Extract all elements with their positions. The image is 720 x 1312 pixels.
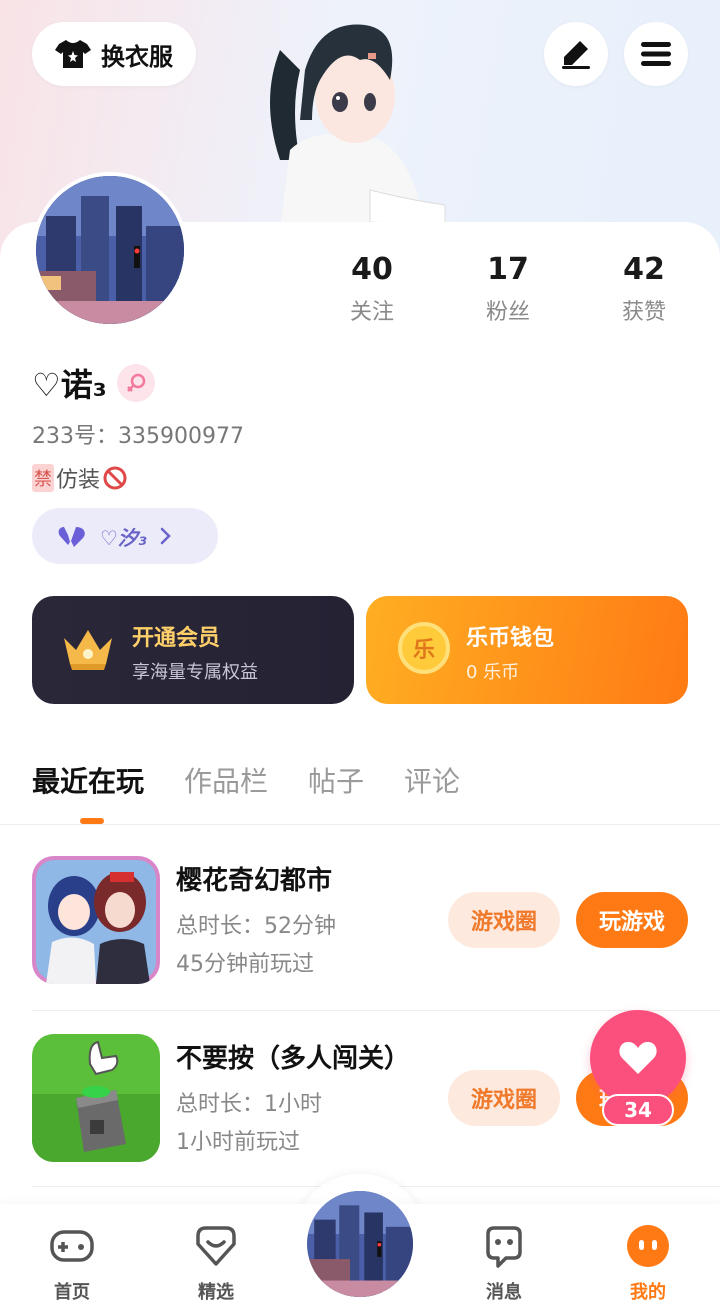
- coin-icon: 乐: [398, 622, 450, 674]
- like-count-badge: 34: [602, 1094, 674, 1126]
- vip-subtitle: 享海量专属权益: [132, 662, 258, 683]
- heart-chat-icon: [196, 1226, 236, 1266]
- tab-recently-played[interactable]: 最近在玩: [32, 760, 144, 800]
- signature: 禁 仿装: [32, 462, 128, 494]
- likes-label: 获赞: [621, 300, 666, 325]
- 3d-avatar-figure[interactable]: [250, 10, 460, 230]
- game-duration: 总时长：1小时: [176, 1092, 322, 1117]
- game-thumbnail[interactable]: [32, 856, 160, 984]
- game-title[interactable]: 樱花奇幻都市: [176, 860, 332, 897]
- game-list-item[interactable]: 樱花奇幻都市 总时长：52分钟 45分钟前玩过 游戏圈 玩游戏: [0, 856, 720, 1032]
- tab-posts[interactable]: 帖子: [308, 760, 364, 800]
- chevron-right-icon: [160, 527, 171, 545]
- wallet-balance: 0 乐币: [466, 662, 520, 683]
- vip-membership-card[interactable]: 开通会员 享海量专属权益: [32, 596, 354, 704]
- nav-home[interactable]: 首页: [22, 1222, 122, 1304]
- row-divider: [32, 1010, 720, 1011]
- menu-icon: [641, 42, 671, 66]
- play-game-button[interactable]: 玩游戏: [576, 892, 688, 948]
- nav-messages-label: 消息: [486, 1282, 522, 1303]
- tabs-divider: [0, 824, 720, 825]
- city-night-avatar-image: [307, 1191, 413, 1297]
- crown-icon: [64, 630, 112, 670]
- nickname-row: ♡诺₃: [32, 360, 155, 406]
- followers-stat[interactable]: 17 粉丝: [448, 252, 568, 326]
- female-gender-icon: [116, 364, 155, 402]
- nav-profile[interactable]: 我的: [598, 1222, 698, 1304]
- linked-hearts-icon: [58, 527, 85, 547]
- cp-relationship-pill[interactable]: ♡汐₃: [32, 508, 218, 564]
- wallet-title: 乐币钱包: [466, 626, 555, 651]
- game-last-played: 45分钟前玩过: [176, 952, 314, 977]
- tshirt-icon: [55, 40, 91, 68]
- cp-name: ♡汐₃: [100, 525, 147, 550]
- prohibited-icon: [103, 466, 127, 490]
- floating-like-button[interactable]: [590, 1010, 686, 1106]
- edit-profile-button[interactable]: [544, 22, 608, 86]
- vip-title: 开通会员: [132, 626, 221, 651]
- heart-icon: [619, 1041, 657, 1074]
- nav-profile-label: 我的: [630, 1282, 666, 1303]
- change-outfit-label: 换衣服: [101, 42, 173, 71]
- followers-count: 17: [487, 252, 529, 287]
- message-icon: [486, 1226, 522, 1268]
- profile-dots-icon: [627, 1225, 669, 1267]
- nav-messages[interactable]: 消息: [454, 1222, 554, 1304]
- likes-stat[interactable]: 42 获赞: [584, 252, 704, 326]
- game-circle-button[interactable]: 游戏圈: [448, 892, 560, 948]
- following-label: 关注: [349, 300, 394, 325]
- following-stat[interactable]: 40 关注: [312, 252, 432, 326]
- nav-featured[interactable]: 精选: [166, 1222, 266, 1304]
- button-game-image: [32, 1034, 160, 1162]
- game-thumbnail[interactable]: [32, 1034, 160, 1162]
- anime-girls-game-image: [32, 856, 160, 984]
- tab-works[interactable]: 作品栏: [184, 760, 268, 800]
- following-count: 40: [351, 252, 393, 287]
- change-outfit-button[interactable]: 换衣服: [32, 22, 196, 86]
- nav-featured-label: 精选: [198, 1282, 234, 1303]
- game-title[interactable]: 不要按（多人闯关）: [176, 1038, 410, 1075]
- tab-comments[interactable]: 评论: [404, 760, 460, 800]
- profile-avatar[interactable]: [32, 172, 188, 328]
- edit-icon: [562, 41, 590, 69]
- signature-text: 仿装: [56, 468, 101, 493]
- user-id: 233号：335900977: [32, 424, 244, 449]
- nickname: ♡诺₃: [32, 366, 107, 404]
- nav-home-label: 首页: [54, 1282, 90, 1303]
- profile-tabs: 最近在玩 作品栏 帖子 评论: [32, 760, 460, 800]
- likes-count: 42: [623, 252, 665, 287]
- coin-icon-char: 乐: [412, 638, 435, 663]
- game-circle-button[interactable]: 游戏圈: [448, 1070, 560, 1126]
- menu-button[interactable]: [624, 22, 688, 86]
- ban-tag: 禁: [32, 464, 54, 492]
- game-duration: 总时长：52分钟: [176, 914, 336, 939]
- gamepad-icon: [50, 1230, 94, 1262]
- wallet-card[interactable]: 乐 乐币钱包 0 乐币: [366, 596, 688, 704]
- city-night-avatar-image: [36, 176, 184, 324]
- nav-center-avatar[interactable]: [304, 1188, 416, 1300]
- game-last-played: 1小时前玩过: [176, 1130, 300, 1155]
- followers-label: 粉丝: [485, 300, 530, 325]
